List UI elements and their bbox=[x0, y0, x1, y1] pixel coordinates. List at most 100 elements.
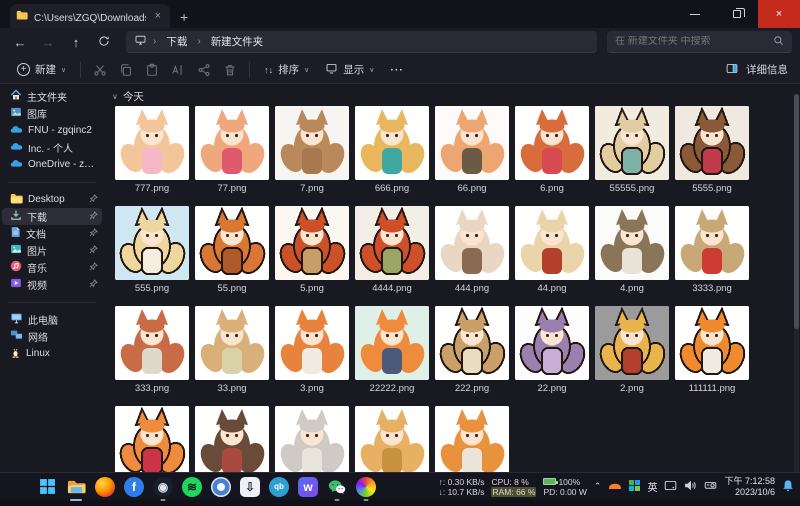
battery-power-monitor[interactable]: 100% PD: 0.00 W bbox=[543, 477, 587, 497]
file-item-66.png[interactable]: 66.png bbox=[432, 106, 512, 206]
address-bar[interactable]: › 下载 › 新建文件夹 bbox=[126, 31, 597, 53]
new-tab-button[interactable]: + bbox=[180, 9, 188, 25]
search-box[interactable] bbox=[607, 31, 792, 53]
security-pinwheel-icon[interactable] bbox=[629, 479, 641, 494]
tab-close-icon[interactable]: × bbox=[152, 10, 164, 22]
sidebar-item-文档[interactable]: 文档 bbox=[2, 225, 102, 242]
file-item-3.png[interactable]: 3.png bbox=[272, 306, 352, 406]
volume-icon[interactable] bbox=[684, 480, 697, 494]
file-thumbnail[interactable] bbox=[435, 306, 509, 380]
qbittorrent-app[interactable]: qb bbox=[268, 476, 290, 498]
cut-button[interactable] bbox=[88, 59, 112, 81]
file-thumbnail[interactable] bbox=[275, 306, 349, 380]
sidebar-item-图库[interactable]: 图库 bbox=[2, 105, 102, 122]
delete-button[interactable] bbox=[218, 59, 242, 81]
downloader-app[interactable]: ⇩ bbox=[239, 476, 261, 498]
file-item-444.png[interactable]: 444.png bbox=[432, 206, 512, 306]
sidebar-item-Desktop[interactable]: Desktop bbox=[2, 191, 102, 208]
file-thumbnail[interactable] bbox=[195, 206, 269, 280]
notification-bell-icon[interactable] bbox=[782, 479, 794, 495]
new-button[interactable]: + 新建 ∨ bbox=[10, 58, 73, 81]
cpu-ram-monitor[interactable]: CPU: 8 % RAM: 66 % bbox=[491, 477, 537, 497]
file-thumbnail[interactable] bbox=[275, 406, 349, 480]
colorful-sphere-app[interactable] bbox=[355, 476, 377, 501]
file-item-22222.png[interactable]: 22222.png bbox=[352, 306, 432, 406]
restore-button[interactable] bbox=[716, 0, 758, 28]
file-item-555.png[interactable]: 555.png bbox=[112, 206, 192, 306]
up-button[interactable]: ↑ bbox=[64, 35, 88, 50]
file-thumbnail[interactable] bbox=[435, 406, 509, 480]
close-button[interactable]: × bbox=[758, 0, 800, 28]
file-thumbnail[interactable] bbox=[115, 406, 189, 480]
file-item-333.png[interactable]: 333.png bbox=[112, 306, 192, 406]
warp-cloud-icon[interactable] bbox=[608, 481, 622, 493]
search-input[interactable] bbox=[615, 36, 773, 47]
sidebar-item-FNU - zgqinc2[interactable]: FNU - zgqinc2 bbox=[2, 122, 102, 139]
file-item-33.png[interactable]: 33.png bbox=[192, 306, 272, 406]
taskbar-clock[interactable]: 下午 7:12:58 2023/10/6 bbox=[724, 476, 775, 498]
input-language-indicator[interactable]: 英 bbox=[647, 479, 657, 494]
file-item-55555.png[interactable]: 55555.png bbox=[592, 106, 672, 206]
projector-icon[interactable] bbox=[704, 480, 717, 493]
file-item-6.png[interactable]: 6.png bbox=[512, 106, 592, 206]
refresh-button[interactable] bbox=[92, 35, 116, 50]
breadcrumb-downloads[interactable]: 下载 bbox=[162, 33, 191, 50]
steam-app[interactable]: ◉ bbox=[152, 476, 174, 501]
file-item-7.png[interactable]: 7.png bbox=[272, 106, 352, 206]
file-thumbnail[interactable] bbox=[595, 106, 669, 180]
group-header[interactable]: ∨ 今天 bbox=[112, 88, 800, 104]
file-item-22.png[interactable]: 22.png bbox=[512, 306, 592, 406]
files-blue-app[interactable]: f bbox=[123, 476, 145, 498]
spotify-app[interactable]: ≋ bbox=[181, 476, 203, 498]
more-button[interactable]: ··· bbox=[383, 60, 411, 80]
file-thumbnail[interactable] bbox=[355, 406, 429, 480]
file-thumbnail[interactable] bbox=[275, 106, 349, 180]
file-item-111111.png[interactable]: 111111.png bbox=[672, 306, 752, 406]
sidebar-item-网络[interactable]: 网络 bbox=[2, 328, 102, 345]
sidebar-item-音乐[interactable]: 音乐 bbox=[2, 259, 102, 276]
sidebar-item-此电脑[interactable]: 此电脑 bbox=[2, 311, 102, 328]
watt-toolkit-app[interactable]: w bbox=[297, 476, 319, 498]
file-item-5555.png[interactable]: 5555.png bbox=[672, 106, 752, 206]
hidden-icons-chevron[interactable]: ⌃ bbox=[594, 481, 602, 492]
file-item-44.png[interactable]: 44.png bbox=[512, 206, 592, 306]
wechat-app[interactable] bbox=[326, 476, 348, 501]
file-thumbnail[interactable] bbox=[355, 306, 429, 380]
file-thumbnail[interactable] bbox=[275, 206, 349, 280]
forward-button[interactable]: → bbox=[36, 35, 60, 50]
sidebar-item-Linux[interactable]: Linux bbox=[2, 345, 102, 362]
file-thumbnail[interactable] bbox=[595, 206, 669, 280]
back-button[interactable]: ← bbox=[8, 35, 32, 50]
file-explorer-app[interactable] bbox=[65, 476, 87, 501]
file-thumbnail[interactable] bbox=[355, 206, 429, 280]
file-thumbnail[interactable] bbox=[195, 306, 269, 380]
file-item-4.png[interactable]: 4.png bbox=[592, 206, 672, 306]
copy-button[interactable] bbox=[114, 59, 138, 81]
sidebar-item-下载[interactable]: 下载 bbox=[2, 208, 102, 225]
file-item-55.png[interactable]: 55.png bbox=[192, 206, 272, 306]
breadcrumb-new-folder[interactable]: 新建文件夹 bbox=[207, 33, 268, 50]
sidebar-item-Inc. - 个人[interactable]: Inc. - 个人 bbox=[2, 139, 102, 156]
pen-display-icon[interactable] bbox=[664, 480, 677, 494]
sidebar-item-主文件夹[interactable]: 主文件夹 bbox=[2, 88, 102, 105]
firefox-app[interactable] bbox=[94, 476, 116, 498]
file-thumbnail[interactable] bbox=[115, 306, 189, 380]
minimize-button[interactable] bbox=[674, 0, 716, 28]
file-item-222.png[interactable]: 222.png bbox=[432, 306, 512, 406]
file-thumbnail[interactable] bbox=[115, 106, 189, 180]
file-thumbnail[interactable] bbox=[435, 106, 509, 180]
file-thumbnail[interactable] bbox=[515, 106, 589, 180]
file-item-777.png[interactable]: 777.png bbox=[112, 106, 192, 206]
vertical-scrollbar[interactable] bbox=[794, 94, 799, 473]
share-button[interactable] bbox=[192, 59, 216, 81]
file-thumbnail[interactable] bbox=[195, 106, 269, 180]
file-thumbnail[interactable] bbox=[675, 106, 749, 180]
file-thumbnail[interactable] bbox=[115, 206, 189, 280]
file-thumbnail[interactable] bbox=[355, 106, 429, 180]
file-thumbnail[interactable] bbox=[435, 206, 509, 280]
file-item-77.png[interactable]: 77.png bbox=[192, 106, 272, 206]
file-thumbnail[interactable] bbox=[595, 306, 669, 380]
file-item-2.png[interactable]: 2.png bbox=[592, 306, 672, 406]
paste-button[interactable] bbox=[140, 59, 164, 81]
view-button[interactable]: 显示 ∨ bbox=[318, 58, 381, 82]
